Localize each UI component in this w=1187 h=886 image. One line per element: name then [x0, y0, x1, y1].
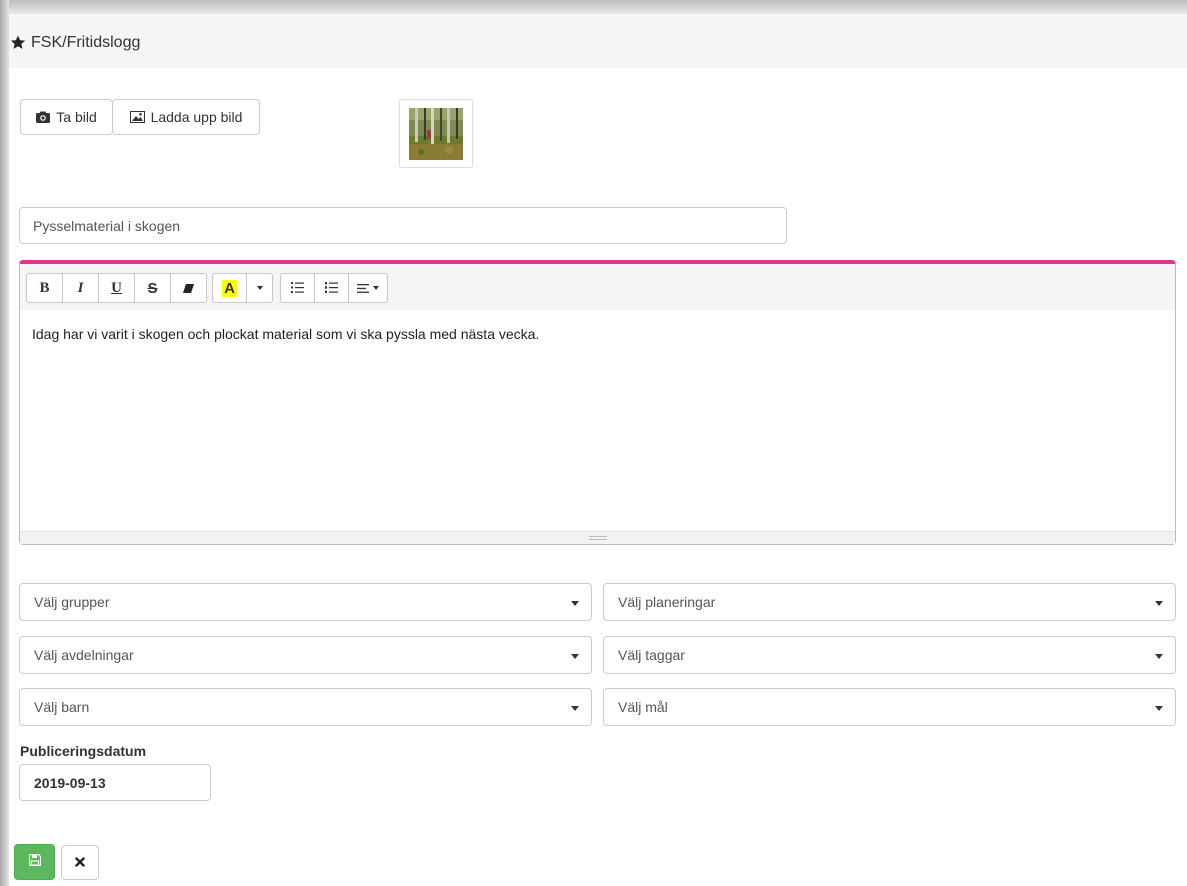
chevron-down-icon [373, 286, 379, 290]
underline-button[interactable]: U [98, 273, 135, 303]
editor-toolbar: B I U S A [20, 264, 1175, 310]
title-input-value: Pysselmaterial i skogen [33, 217, 181, 234]
upload-photo-button[interactable]: Ladda upp bild [112, 99, 260, 135]
numbered-list-button[interactable] [314, 273, 349, 303]
publish-date-input[interactable]: 2019-09-13 [19, 764, 211, 801]
upload-photo-label: Ladda upp bild [150, 109, 243, 125]
children-select[interactable]: Välj barn [19, 688, 592, 726]
publish-date-label: Publiceringsdatum [20, 743, 147, 759]
departments-select-value: Välj avdelningar [34, 647, 134, 663]
image-icon [129, 111, 145, 123]
window-shadow-top [0, 0, 1187, 14]
eraser-icon [183, 280, 194, 297]
forest-photo [409, 108, 463, 160]
take-photo-label: Ta bild [56, 109, 97, 125]
save-button[interactable] [14, 844, 55, 880]
bold-button[interactable]: B [26, 273, 63, 303]
goals-select[interactable]: Välj mål [603, 688, 1176, 726]
title-input[interactable]: Pysselmaterial i skogen [19, 207, 787, 244]
children-select-value: Välj barn [34, 699, 90, 715]
color-group: A [212, 273, 273, 303]
text-style-group: B I U S [26, 273, 207, 303]
page-header: FSK/Fritidslogg [9, 14, 1187, 68]
caret-down-icon [1155, 654, 1163, 659]
caret-down-icon [571, 706, 579, 711]
tags-select-value: Välj taggar [618, 647, 685, 663]
window-shadow-left [0, 0, 9, 886]
clear-format-button[interactable] [170, 273, 207, 303]
bullet-list-button[interactable] [280, 273, 315, 303]
star-icon [10, 35, 26, 55]
camera-icon [36, 111, 51, 123]
editor-resize-bar[interactable] [20, 531, 1175, 544]
departments-select[interactable]: Välj avdelningar [19, 636, 592, 674]
resize-grip-icon[interactable] [589, 536, 607, 540]
groups-select-value: Välj grupper [34, 594, 110, 610]
save-icon [28, 853, 41, 871]
highlight-letter: A [222, 279, 237, 297]
color-dropdown-button[interactable] [246, 273, 273, 303]
align-icon [357, 280, 369, 297]
take-photo-button[interactable]: Ta bild [20, 99, 113, 135]
publish-date-value: 2019-09-13 [34, 774, 106, 791]
cancel-button[interactable] [61, 845, 99, 880]
strikethrough-button[interactable]: S [134, 273, 171, 303]
caret-down-icon [1155, 601, 1163, 606]
plans-select-value: Välj planeringar [618, 594, 716, 610]
image-thumbnail[interactable] [399, 99, 473, 168]
italic-button[interactable]: I [62, 273, 99, 303]
caret-down-icon [571, 601, 579, 606]
caret-down-icon [1155, 706, 1163, 711]
caret-down-icon [571, 654, 579, 659]
bullet-list-icon [291, 280, 304, 297]
groups-select[interactable]: Välj grupper [19, 583, 592, 621]
close-icon [75, 854, 85, 872]
highlight-color-button[interactable]: A [212, 273, 247, 303]
chevron-down-icon [256, 286, 263, 290]
plans-select[interactable]: Välj planeringar [603, 583, 1176, 621]
goals-select-value: Välj mål [618, 699, 668, 715]
tags-select[interactable]: Välj taggar [603, 636, 1176, 674]
page-title: FSK/Fritidslogg [31, 34, 141, 51]
align-dropdown-button[interactable] [348, 273, 388, 303]
editor-content[interactable]: Idag har vi varit i skogen och plockat m… [32, 326, 539, 342]
paragraph-group [280, 273, 388, 303]
rich-text-editor[interactable]: B I U S A Idag har vi varit i skogen och… [19, 260, 1176, 545]
numbered-list-icon [325, 280, 338, 297]
